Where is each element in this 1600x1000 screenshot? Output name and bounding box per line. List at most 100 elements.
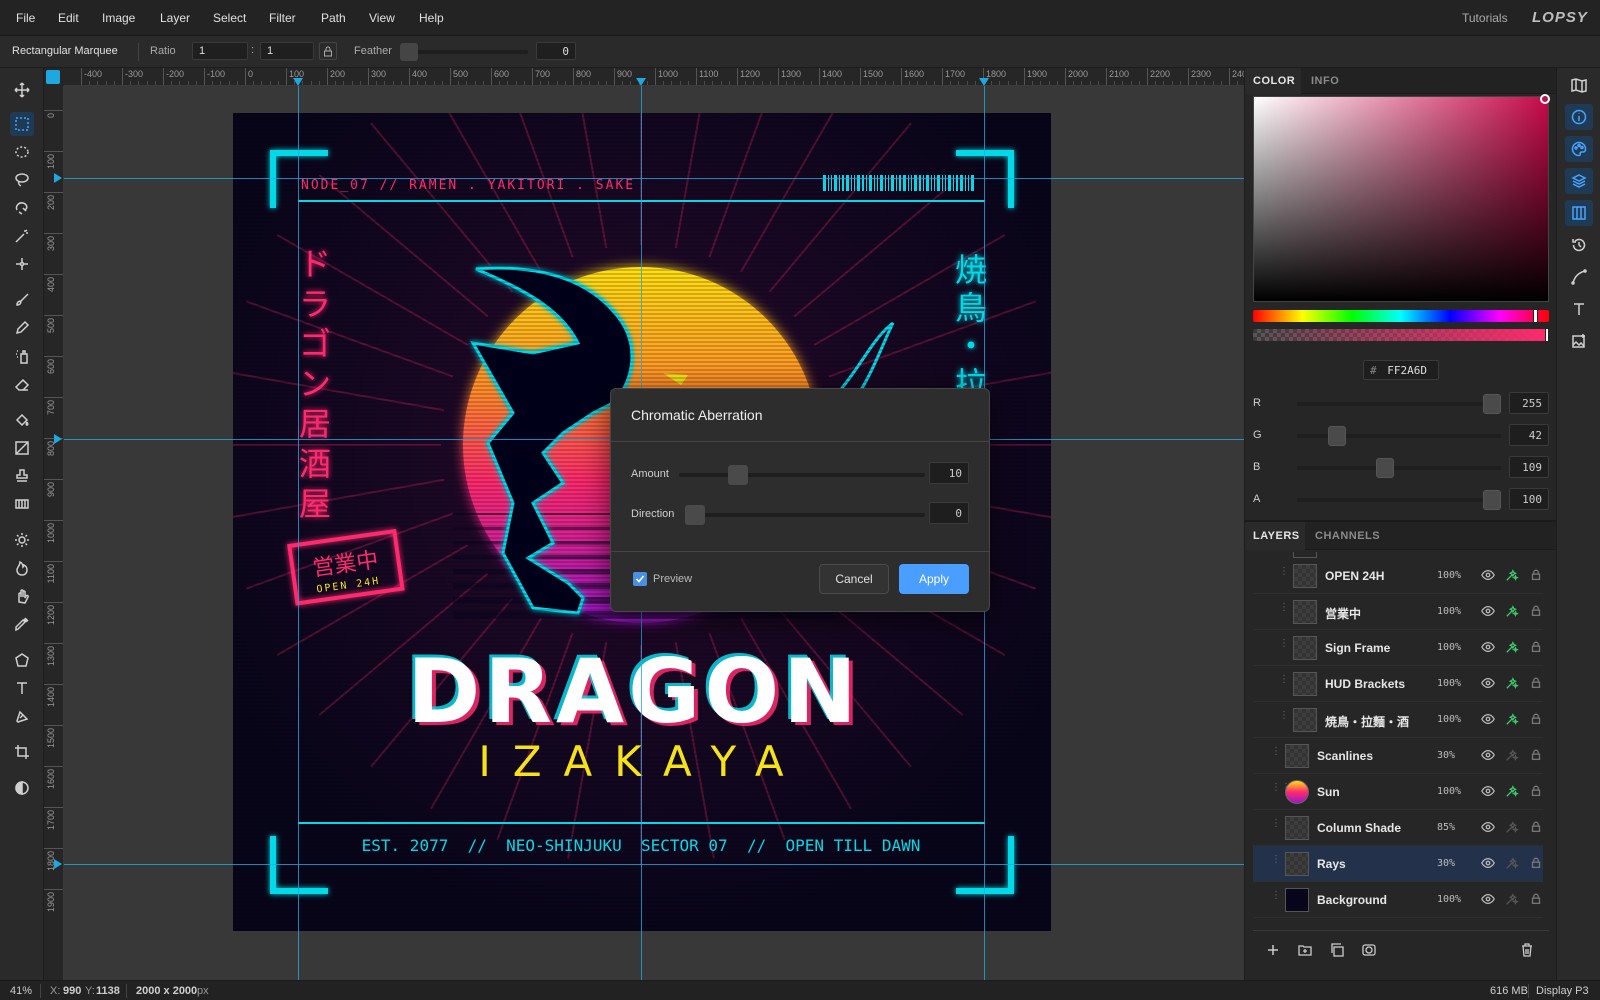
menu-view[interactable]: View — [369, 11, 395, 25]
layer-lock-toggle[interactable] — [1529, 640, 1545, 656]
duplicate-layer-icon[interactable] — [1329, 942, 1345, 958]
amount-slider-knob[interactable] — [728, 465, 749, 485]
channel-slider[interactable] — [1297, 458, 1501, 478]
layer-visibility-toggle[interactable] — [1481, 820, 1497, 836]
guide-horizontal[interactable] — [64, 864, 1244, 865]
drag-handle-icon[interactable]: ⋮⋮ — [1279, 603, 1299, 618]
drag-handle-icon[interactable]: ⋮⋮ — [1271, 855, 1291, 870]
layer-visibility-toggle[interactable] — [1481, 640, 1497, 656]
lock-ratio-icon[interactable] — [319, 42, 337, 60]
tab-color[interactable]: COLOR — [1245, 68, 1301, 94]
brush-tool[interactable] — [10, 288, 34, 312]
guide-marker[interactable] — [54, 173, 62, 183]
layer-effects-toggle[interactable] — [1505, 604, 1521, 620]
channel-value-input[interactable]: 109 — [1509, 456, 1549, 478]
layer-visibility-toggle[interactable] — [1481, 712, 1497, 728]
layer-effects-toggle[interactable] — [1505, 640, 1521, 656]
info-panel-button[interactable] — [1565, 104, 1593, 130]
layer-lock-toggle[interactable] — [1529, 568, 1545, 584]
drag-handle-icon[interactable]: ⋮⋮ — [1279, 711, 1299, 726]
layer-row[interactable]: ⋮⋮ Column Shade 85% — [1253, 810, 1543, 846]
text-tool[interactable] — [10, 676, 34, 700]
color-profile[interactable]: Display P3 — [1536, 985, 1589, 997]
layer-lock-toggle[interactable] — [1529, 712, 1545, 728]
direction-slider[interactable] — [685, 505, 925, 525]
menu-filter[interactable]: Filter — [269, 11, 296, 25]
dodge-tool[interactable] — [10, 528, 34, 552]
lasso-tool[interactable] — [10, 168, 34, 192]
channel-slider-knob[interactable] — [1483, 394, 1501, 414]
history-panel-button[interactable] — [1565, 232, 1593, 258]
layer-lock-toggle[interactable] — [1529, 784, 1545, 800]
hex-input[interactable]: # FF2A6D — [1363, 360, 1439, 380]
apply-button[interactable]: Apply — [899, 564, 969, 594]
layer-visibility-toggle[interactable] — [1481, 856, 1497, 872]
ratio-height-input[interactable]: 1 — [260, 42, 314, 60]
drag-handle-icon[interactable]: ⋮⋮ — [1271, 783, 1291, 798]
color-field[interactable] — [1253, 94, 1550, 302]
guide-marker[interactable] — [54, 859, 62, 869]
channel-slider[interactable] — [1297, 426, 1501, 446]
burn-tool[interactable] — [10, 556, 34, 580]
menu-layer[interactable]: Layer — [160, 11, 190, 25]
add-layer-icon[interactable] — [1265, 942, 1281, 958]
layer-visibility-toggle[interactable] — [1481, 568, 1497, 584]
channel-slider[interactable] — [1297, 394, 1501, 414]
layer-lock-toggle[interactable] — [1529, 820, 1545, 836]
stamp-tool[interactable] — [10, 464, 34, 488]
hue-slider-handle[interactable] — [1533, 309, 1538, 323]
menu-image[interactable]: Image — [102, 11, 135, 25]
rect-marquee-tool[interactable] — [10, 112, 34, 136]
layer-mask-icon[interactable] — [1361, 942, 1377, 958]
ellipse-marquee-tool[interactable] — [10, 140, 34, 164]
feather-slider-knob[interactable] — [400, 43, 418, 61]
magnetic-lasso-tool[interactable] — [10, 196, 34, 220]
layer-lock-toggle[interactable] — [1529, 856, 1545, 872]
layer-lock-toggle[interactable] — [1529, 748, 1545, 764]
layer-row[interactable]: ⋮⋮ 営業中 100% — [1253, 594, 1543, 630]
cancel-button[interactable]: Cancel — [819, 564, 889, 594]
navigator-panel-button[interactable] — [1565, 72, 1593, 98]
pattern-tool[interactable] — [10, 492, 34, 516]
feather-input[interactable]: 0 — [536, 42, 576, 60]
menu-help[interactable]: Help — [419, 11, 444, 25]
ratio-width-input[interactable]: 1 — [192, 42, 248, 60]
eyedropper-tool[interactable] — [10, 612, 34, 636]
tab-channels[interactable]: CHANNELS — [1315, 530, 1380, 542]
layer-effects-toggle[interactable] — [1505, 748, 1521, 764]
layer-effects-toggle[interactable] — [1505, 784, 1521, 800]
channel-slider-knob[interactable] — [1327, 426, 1346, 446]
layer-visibility-toggle[interactable] — [1481, 784, 1497, 800]
character-panel-button[interactable] — [1565, 296, 1593, 322]
hue-slider[interactable] — [1253, 309, 1549, 323]
layer-lock-toggle[interactable] — [1529, 676, 1545, 692]
layer-effects-toggle[interactable] — [1505, 712, 1521, 728]
layer-visibility-toggle[interactable] — [1481, 604, 1497, 620]
shape-tool[interactable] — [10, 648, 34, 672]
menu-file[interactable]: File — [16, 11, 35, 25]
menu-path[interactable]: Path — [321, 11, 346, 25]
preview-checkbox[interactable] — [633, 572, 647, 586]
layer-effects-toggle[interactable] — [1505, 568, 1521, 584]
drag-handle-icon[interactable]: ⋮⋮ — [1271, 747, 1291, 762]
layer-visibility-toggle[interactable] — [1481, 676, 1497, 692]
guide-marker[interactable] — [979, 78, 989, 86]
guides-toggle-icon[interactable] — [46, 70, 60, 84]
spray-tool[interactable] — [10, 344, 34, 368]
menu-select[interactable]: Select — [213, 11, 246, 25]
layer-row[interactable]: ⋮⋮ Scanlines 30% — [1253, 738, 1543, 774]
layer-visibility-toggle[interactable] — [1481, 748, 1497, 764]
layer-visibility-toggle[interactable] — [1481, 892, 1497, 908]
guide-marker[interactable] — [636, 78, 646, 86]
direction-slider-knob[interactable] — [685, 505, 705, 525]
guide-vertical[interactable] — [298, 86, 299, 980]
channel-value-input[interactable]: 255 — [1509, 392, 1549, 414]
layer-effects-toggle[interactable] — [1505, 820, 1521, 836]
pen-tool[interactable] — [10, 704, 34, 728]
eraser-tool[interactable] — [10, 372, 34, 396]
channel-slider-knob[interactable] — [1376, 458, 1395, 478]
feather-slider[interactable] — [400, 43, 528, 61]
layer-row[interactable]: ⋮⋮ Sun 100% — [1253, 774, 1543, 810]
layer-row[interactable]: ⋮⋮ 焼鳥・拉麵・酒 100% — [1253, 702, 1543, 738]
layer-effects-toggle[interactable] — [1505, 856, 1521, 872]
